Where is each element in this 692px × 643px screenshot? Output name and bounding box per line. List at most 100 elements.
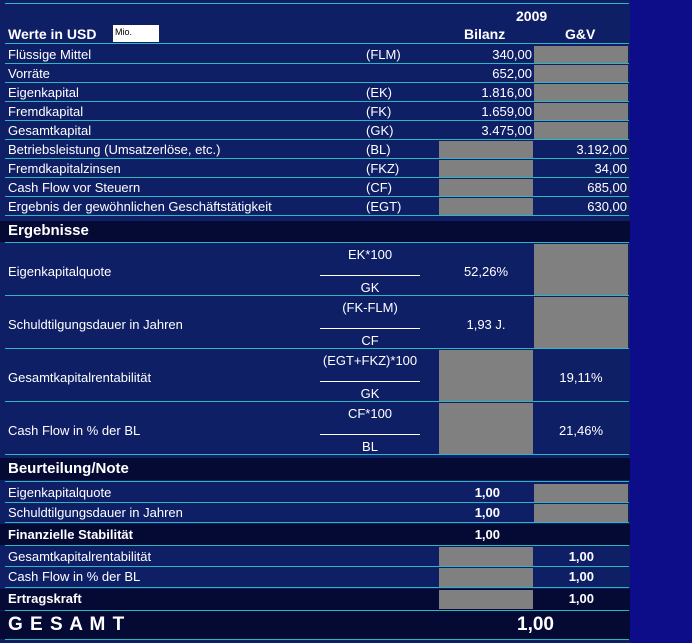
sheet-title: Werte in USD: [8, 26, 97, 42]
fraction-line: [320, 328, 420, 329]
empty-guv-cell: [534, 297, 628, 348]
result-value-guv: 19,11%: [559, 370, 603, 385]
input-label: Fremdkapitalzinsen: [8, 161, 121, 176]
note-label-gkr: Gesamtkapitalrentabilität: [8, 549, 152, 564]
input-value-bilanz[interactable]: 340,00: [440, 47, 532, 63]
formula-numerator: (EGT+FKZ)*100: [322, 353, 418, 368]
gridline: [5, 481, 629, 482]
gridline: [5, 120, 629, 121]
input-label: Ergebnis der gewöhnlichen Geschäftstätig…: [8, 199, 272, 214]
formula-denominator: GK: [360, 280, 380, 295]
result-label: Eigenkapitalquote: [8, 264, 112, 279]
result-label: Gesamtkapitalrentabilität: [8, 370, 152, 385]
note-value-cfbl: 1,00: [568, 569, 594, 584]
note-value-gkr: 1,00: [568, 549, 594, 564]
input-value-bilanz[interactable]: 1.659,00: [440, 104, 532, 120]
input-abbr: (GK): [366, 123, 394, 138]
gridline: [5, 139, 629, 140]
gridline: [5, 295, 629, 296]
input-value-guv[interactable]: 630,00: [534, 199, 627, 215]
formula-denominator: BL: [362, 439, 378, 454]
gridline: [5, 348, 629, 349]
empty-guv-cell: [534, 504, 628, 522]
input-abbr: (EGT): [366, 199, 402, 214]
empty-bilanz-cell: [439, 198, 533, 215]
input-label: Fremdkapital: [8, 104, 84, 119]
gridline: [5, 177, 629, 178]
unit-input[interactable]: Mio.: [113, 25, 159, 42]
note-value-schuldtilgung: 1,00: [474, 505, 500, 520]
input-label: Vorräte: [8, 66, 50, 81]
gridline: [5, 63, 629, 64]
gridline: [5, 639, 629, 640]
note-label-schuldtilgung: Schuldtilgungsdauer in Jahren: [8, 505, 183, 520]
input-value-bilanz[interactable]: 1.816,00: [440, 85, 532, 101]
result-value-bilanz: 1,93 J.: [466, 317, 506, 332]
gridline: [5, 101, 629, 102]
col-header-bilanz: Bilanz: [464, 26, 506, 42]
input-label: Flüssige Mittel: [8, 47, 92, 62]
col-header-guv: G&V: [565, 26, 596, 42]
input-value-guv[interactable]: 3.192,00: [534, 142, 627, 158]
gridline: [5, 3, 629, 4]
input-value-guv[interactable]: 685,00: [534, 180, 627, 196]
input-label: Eigenkapital: [8, 85, 79, 100]
input-abbr: (FLM): [366, 47, 401, 62]
empty-bilanz-cell: [439, 350, 533, 401]
note-label-stabilitaet: Finanzielle Stabilität: [8, 527, 133, 542]
empty-guv-cell: [534, 46, 628, 63]
input-abbr: (FKZ): [366, 161, 400, 176]
empty-bilanz-cell: [439, 160, 533, 177]
gesamt-label: G E S A M T: [8, 614, 126, 635]
ergebnisse-heading: Ergebnisse: [8, 222, 89, 239]
gridline: [5, 215, 629, 216]
gridline: [5, 158, 629, 159]
gridline: [5, 242, 629, 243]
empty-guv-cell: [534, 484, 628, 502]
input-label: Betriebsleistung (Umsatzerlöse, etc.): [8, 142, 221, 157]
year-label: 2009: [516, 8, 548, 24]
note-value-ertragskraft: 1,00: [568, 591, 594, 606]
result-label: Schuldtilgungsdauer in Jahren: [8, 317, 183, 332]
section-band: [0, 221, 630, 242]
note-label-cfbl: Cash Flow in % der BL: [8, 569, 141, 584]
result-value-guv: 21,46%: [558, 423, 604, 438]
beurteilung-heading: Beurteilung/Note: [8, 460, 129, 477]
note-label-eigenkapitalquote: Eigenkapitalquote: [8, 485, 112, 500]
formula-numerator: (FK-FLM): [342, 300, 398, 315]
gridline: [5, 545, 629, 546]
gridline: [5, 43, 629, 44]
empty-bilanz-cell: [439, 568, 533, 587]
note-value-eigenkapitalquote: 1,00: [474, 485, 500, 500]
empty-guv-cell: [534, 84, 628, 101]
gridline: [5, 454, 629, 455]
empty-bilanz-cell: [439, 590, 533, 609]
input-abbr: (BL): [366, 142, 391, 157]
formula-denominator: CF: [361, 333, 379, 348]
input-value-guv[interactable]: 34,00: [534, 161, 627, 177]
empty-bilanz-cell: [439, 547, 533, 566]
gridline: [5, 401, 629, 402]
result-value-bilanz: 52,26%: [463, 264, 509, 279]
header: 2009 Werte in USD Mio. Bilanz G&V: [0, 0, 630, 44]
empty-bilanz-cell: [439, 179, 533, 196]
formula-denominator: GK: [360, 386, 380, 401]
fraction-line: [320, 275, 420, 276]
fraction-line: [320, 381, 420, 382]
gridline: [5, 196, 629, 197]
input-abbr: (CF): [366, 180, 392, 195]
empty-guv-cell: [534, 65, 628, 82]
empty-bilanz-cell: [439, 141, 533, 158]
gridline: [5, 82, 629, 83]
note-value-stabilitaet: 1,00: [474, 527, 500, 542]
input-label: Gesamtkapital: [8, 123, 92, 138]
input-value-bilanz[interactable]: 652,00: [440, 66, 532, 82]
gesamt-value: 1,00: [517, 614, 554, 635]
input-value-bilanz[interactable]: 3.475,00: [440, 123, 532, 139]
formula-numerator: CF*100: [347, 406, 393, 421]
empty-bilanz-cell: [439, 403, 533, 454]
empty-guv-cell: [534, 103, 628, 120]
empty-guv-cell: [534, 244, 628, 295]
gridline: [5, 522, 629, 523]
input-abbr: (FK): [366, 104, 392, 119]
